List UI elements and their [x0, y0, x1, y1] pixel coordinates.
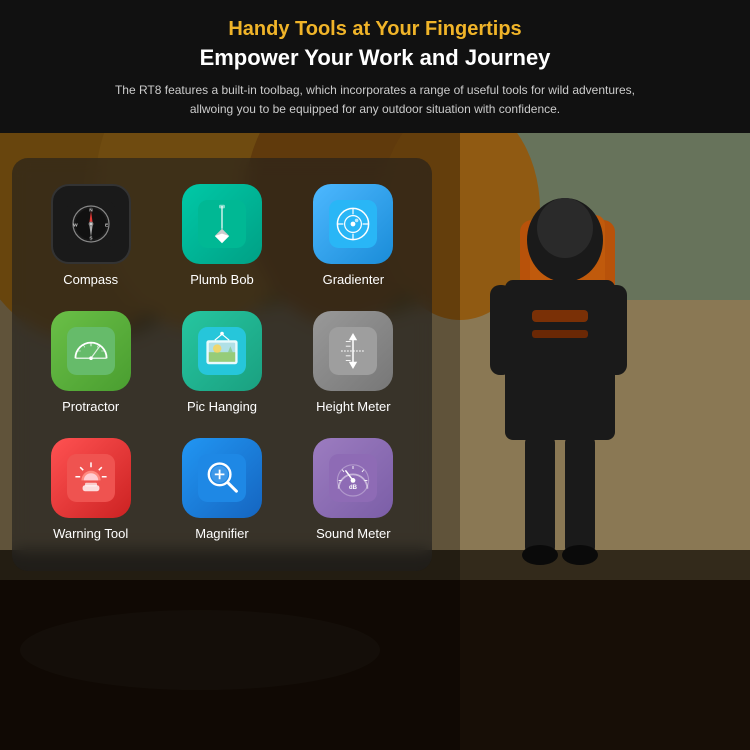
tool-magnifier[interactable]: Magnifier	[161, 430, 282, 549]
height-meter-label: Height Meter	[316, 399, 390, 414]
pic-hanging-label: Pic Hanging	[187, 399, 257, 414]
tool-protractor[interactable]: Protractor	[30, 303, 151, 422]
tool-sound-meter[interactable]: dB Sound Meter	[293, 430, 414, 549]
header-subtitle: Handy Tools at Your Fingertips	[40, 18, 710, 41]
magnifier-icon	[182, 438, 262, 518]
header-section: Handy Tools at Your Fingertips Empower Y…	[0, 0, 750, 133]
page-wrapper: Handy Tools at Your Fingertips Empower Y…	[0, 0, 750, 750]
protractor-label: Protractor	[62, 399, 119, 414]
plumb-bob-label: Plumb Bob	[190, 272, 254, 287]
tool-height-meter[interactable]: Height Meter	[293, 303, 414, 422]
warning-tool-icon	[51, 438, 131, 518]
header-description: The RT8 features a built-in toolbag, whi…	[95, 81, 655, 119]
pic-hanging-icon	[182, 311, 262, 391]
svg-text:W: W	[73, 222, 78, 228]
compass-label: Compass	[63, 272, 118, 287]
warning-tool-label: Warning Tool	[53, 526, 128, 541]
header-title: Empower Your Work and Journey	[40, 45, 710, 71]
svg-text:dB: dB	[349, 485, 358, 491]
tool-pic-hanging[interactable]: Pic Hanging	[161, 303, 282, 422]
height-meter-icon	[313, 311, 393, 391]
magnifier-label: Magnifier	[195, 526, 248, 541]
tools-panel: N S W E	[12, 158, 432, 571]
tool-plumb-bob[interactable]: Plumb Bob	[161, 176, 282, 295]
gradienter-icon	[313, 184, 393, 264]
sound-meter-label: Sound Meter	[316, 526, 390, 541]
gradienter-label: Gradienter	[323, 272, 384, 287]
tools-grid: N S W E	[30, 176, 414, 549]
plumb-icon	[182, 184, 262, 264]
tool-warning[interactable]: Warning Tool	[30, 430, 151, 549]
tool-gradienter[interactable]: Gradienter	[293, 176, 414, 295]
protractor-icon	[51, 311, 131, 391]
compass-icon: N S W E	[51, 184, 131, 264]
tool-compass[interactable]: N S W E	[30, 176, 151, 295]
sound-meter-icon: dB	[313, 438, 393, 518]
